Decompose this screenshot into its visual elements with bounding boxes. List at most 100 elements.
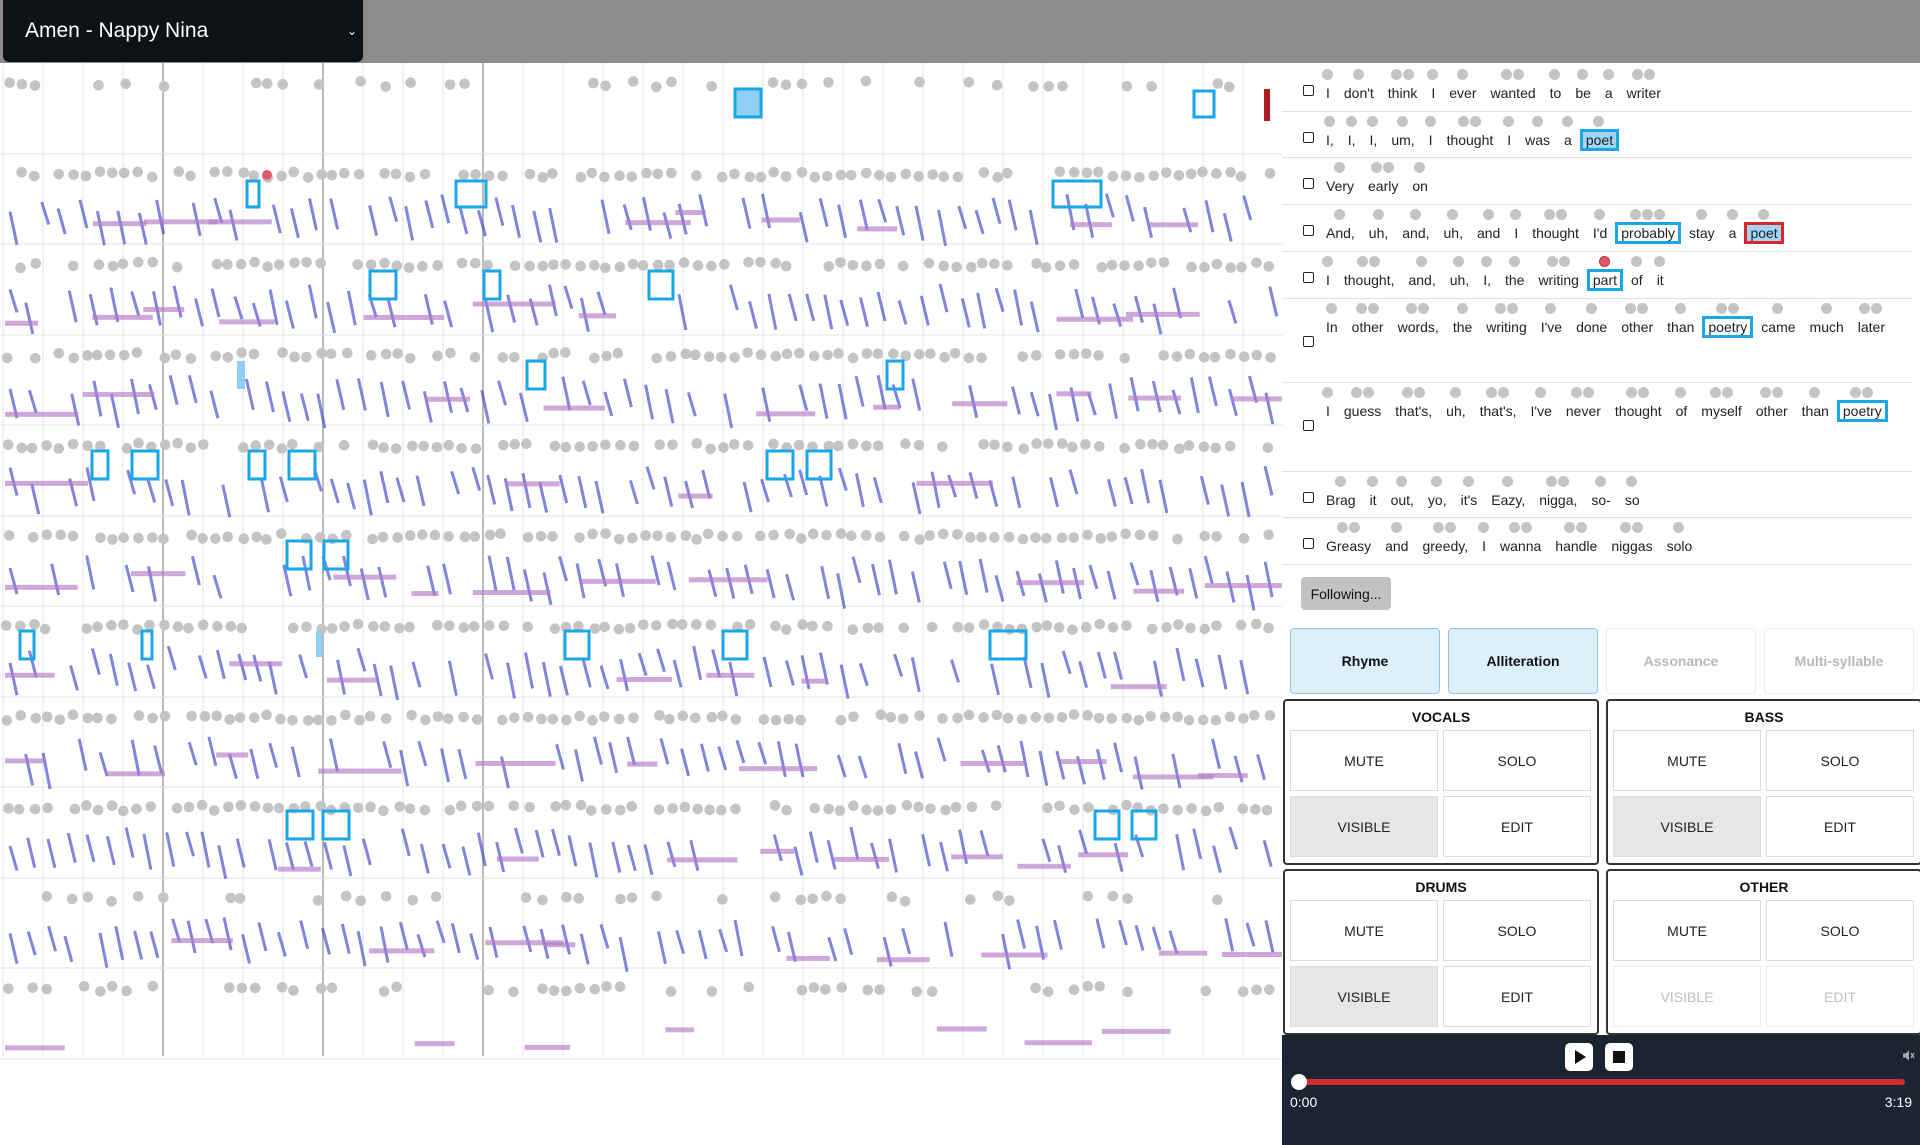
- lyric-word[interactable]: uh,: [1444, 225, 1463, 241]
- line-checkbox[interactable]: [1303, 132, 1314, 143]
- lyric-word[interactable]: other: [1352, 319, 1384, 335]
- lyric-word[interactable]: done: [1576, 319, 1607, 335]
- vocals-solo-button[interactable]: SOLO: [1443, 730, 1591, 791]
- following-button[interactable]: Following...: [1301, 577, 1391, 610]
- line-checkbox[interactable]: [1303, 272, 1314, 283]
- lyric-word[interactable]: writing: [1538, 272, 1578, 288]
- seek-knob[interactable]: [1291, 1074, 1307, 1090]
- lyric-word[interactable]: never: [1566, 403, 1601, 419]
- lyric-word[interactable]: I,: [1370, 132, 1378, 148]
- lyric-word[interactable]: I'd: [1593, 225, 1607, 241]
- lyric-word[interactable]: and,: [1402, 225, 1429, 241]
- other-visible-button[interactable]: VISIBLE: [1613, 966, 1761, 1027]
- lyric-line[interactable]: Idon't think Iever wanted to be a writer: [1282, 65, 1912, 112]
- lyric-word[interactable]: poetry: [1702, 316, 1754, 338]
- lyric-word[interactable]: I: [1326, 403, 1330, 419]
- lyric-word[interactable]: wanna: [1500, 538, 1541, 554]
- lyric-word[interactable]: And,: [1326, 225, 1355, 241]
- lyric-word[interactable]: niggas: [1611, 538, 1652, 554]
- bass-edit-button[interactable]: EDIT: [1766, 796, 1914, 857]
- lyric-word[interactable]: that's,: [1395, 403, 1432, 419]
- lyric-word[interactable]: uh,: [1369, 225, 1388, 241]
- piano-roll-svg[interactable]: [0, 63, 1282, 1145]
- mode-button-alliteration[interactable]: Alliteration: [1448, 628, 1598, 694]
- lyric-word[interactable]: think: [1388, 85, 1418, 101]
- song-select-dropdown[interactable]: Amen - Nappy Nina ⌄: [3, 0, 363, 62]
- drums-edit-button[interactable]: EDIT: [1443, 966, 1591, 1027]
- line-checkbox[interactable]: [1303, 538, 1314, 549]
- lyric-word[interactable]: it: [1657, 272, 1664, 288]
- lyric-word[interactable]: of: [1631, 272, 1643, 288]
- line-checkbox[interactable]: [1303, 492, 1314, 503]
- lyric-word[interactable]: I,: [1483, 272, 1491, 288]
- lyric-word[interactable]: I: [1507, 132, 1511, 148]
- lyric-line[interactable]: Iguess that's, uh, that's, I've never thought o…: [1282, 383, 1912, 472]
- lyric-word[interactable]: uh,: [1446, 403, 1465, 419]
- drums-solo-button[interactable]: SOLO: [1443, 900, 1591, 961]
- lyric-word[interactable]: poetry: [1836, 400, 1888, 422]
- lyric-word[interactable]: much: [1810, 319, 1844, 335]
- drums-mute-button[interactable]: MUTE: [1290, 900, 1438, 961]
- lyric-word[interactable]: I,: [1348, 132, 1356, 148]
- drums-visible-button[interactable]: VISIBLE: [1290, 966, 1438, 1027]
- line-checkbox[interactable]: [1303, 225, 1314, 236]
- vocals-visible-button[interactable]: VISIBLE: [1290, 796, 1438, 857]
- bass-mute-button[interactable]: MUTE: [1613, 730, 1761, 791]
- lyric-word[interactable]: uh,: [1450, 272, 1469, 288]
- lyric-word[interactable]: I've: [1541, 319, 1562, 335]
- lyric-word[interactable]: wanted: [1491, 85, 1536, 101]
- lyric-word[interactable]: Brag: [1326, 492, 1356, 508]
- lyric-word[interactable]: Very: [1326, 178, 1354, 194]
- stop-button[interactable]: [1605, 1043, 1633, 1071]
- lyric-word[interactable]: I've: [1531, 403, 1552, 419]
- lyric-word[interactable]: and,: [1408, 272, 1435, 288]
- lyric-word[interactable]: that's,: [1480, 403, 1517, 419]
- bass-solo-button[interactable]: SOLO: [1766, 730, 1914, 791]
- other-edit-button[interactable]: EDIT: [1766, 966, 1914, 1027]
- bass-visible-button[interactable]: VISIBLE: [1613, 796, 1761, 857]
- lyric-word[interactable]: I: [1326, 85, 1330, 101]
- lyric-word[interactable]: I: [1514, 225, 1518, 241]
- lyric-word[interactable]: early: [1368, 178, 1398, 194]
- lyric-word[interactable]: other: [1621, 319, 1653, 335]
- line-checkbox[interactable]: [1303, 85, 1314, 96]
- lyric-word[interactable]: a: [1605, 85, 1613, 101]
- lyric-word[interactable]: on: [1412, 178, 1428, 194]
- lyric-line[interactable]: Greasy and greedy, Iwanna handle niggas solo: [1282, 518, 1912, 565]
- lyric-word[interactable]: was: [1525, 132, 1550, 148]
- speaker-mute-icon[interactable]: [1902, 1049, 1915, 1062]
- lyric-word[interactable]: thought: [1447, 132, 1494, 148]
- lyric-word[interactable]: out,: [1391, 492, 1414, 508]
- lyric-word[interactable]: probably: [1615, 222, 1681, 244]
- other-solo-button[interactable]: SOLO: [1766, 900, 1914, 961]
- lyric-word[interactable]: it's: [1461, 492, 1478, 508]
- lyric-word[interactable]: so-: [1591, 492, 1610, 508]
- lyric-word[interactable]: um,: [1391, 132, 1414, 148]
- lyric-word[interactable]: so: [1625, 492, 1640, 508]
- lyric-line[interactable]: Ithought, and, uh, I, the writing part of it: [1282, 252, 1912, 299]
- lyric-word[interactable]: yo,: [1428, 492, 1447, 508]
- lyric-line[interactable]: In other words, the writing I've done other than…: [1282, 299, 1912, 383]
- lyric-word[interactable]: poet: [1744, 222, 1784, 244]
- lyric-word[interactable]: handle: [1555, 538, 1597, 554]
- lyric-word[interactable]: poet: [1579, 129, 1620, 151]
- lyric-line[interactable]: Brag it out, yo, it's Eazy, nigga, so-so: [1282, 472, 1912, 518]
- lyric-word[interactable]: myself: [1701, 403, 1741, 419]
- line-checkbox[interactable]: [1303, 420, 1314, 431]
- lyric-word[interactable]: stay: [1689, 225, 1715, 241]
- lyric-word[interactable]: In: [1326, 319, 1338, 335]
- lyric-line[interactable]: And, uh, and, uh, and Ithought I'd probably stay…: [1282, 205, 1912, 252]
- lyric-word[interactable]: guess: [1344, 403, 1381, 419]
- lyric-word[interactable]: I: [1326, 272, 1330, 288]
- lyric-word[interactable]: writing: [1486, 319, 1526, 335]
- lyric-word[interactable]: the: [1505, 272, 1524, 288]
- seek-bar[interactable]: [1299, 1079, 1905, 1085]
- play-button[interactable]: [1565, 1043, 1593, 1071]
- lyric-word[interactable]: solo: [1667, 538, 1693, 554]
- lyric-word[interactable]: and: [1385, 538, 1408, 554]
- lyric-word[interactable]: I: [1482, 538, 1486, 554]
- lyric-word[interactable]: I,: [1326, 132, 1334, 148]
- mode-button-assonance[interactable]: Assonance: [1606, 628, 1756, 694]
- line-checkbox[interactable]: [1303, 178, 1314, 189]
- lyric-word[interactable]: of: [1676, 403, 1688, 419]
